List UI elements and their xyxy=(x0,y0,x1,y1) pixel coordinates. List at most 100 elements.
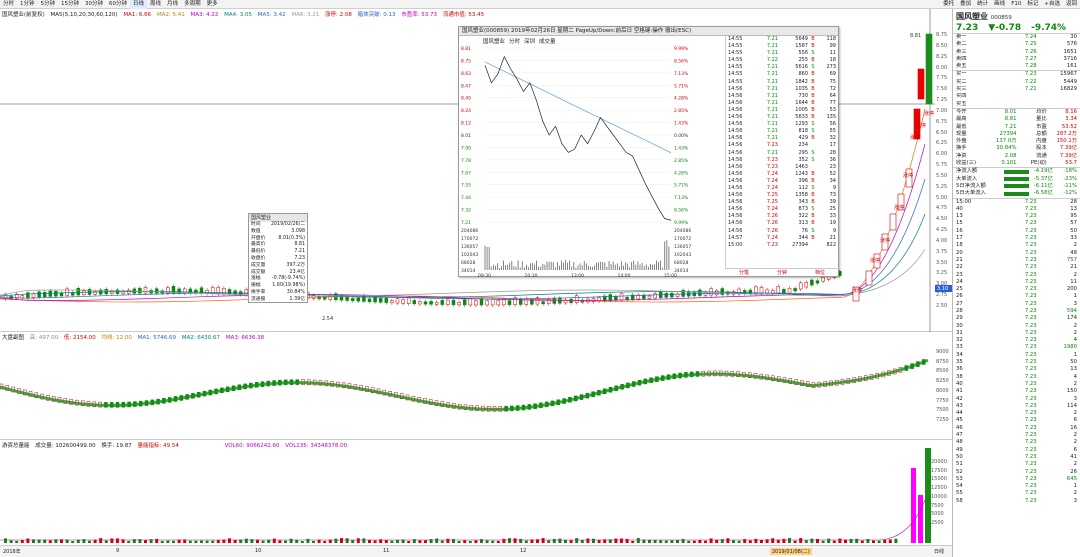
popup-foot-tab-0[interactable]: 分笔 xyxy=(725,269,763,277)
date-month-4: 12 xyxy=(520,548,527,554)
period-tab-9[interactable]: 多周期 xyxy=(181,0,204,9)
period-tab-4[interactable]: 30分钟 xyxy=(82,0,106,9)
volume-bar xyxy=(670,540,674,543)
popup-tick-price: 7.24 xyxy=(766,184,778,191)
popup-tick-time: 14:57 xyxy=(728,234,743,241)
tick-row: 46 7.23 16 xyxy=(953,425,1080,432)
info-key: 时间 xyxy=(251,222,261,227)
candle xyxy=(468,298,473,306)
candle xyxy=(446,299,450,305)
popup-tick-count: 17 xyxy=(829,142,836,149)
volume-bar xyxy=(580,540,584,543)
volume-bar xyxy=(564,539,567,543)
toolbar-action-6[interactable]: +自选 xyxy=(1041,0,1063,9)
mid-y-axis: 9000 8750 8500 8250 8000 7750 7500 7250 xyxy=(935,332,952,440)
flow-bar-fill xyxy=(1004,169,1029,174)
period-tab-8[interactable]: 月线 xyxy=(164,0,181,9)
popup-tick-time: 14:56 xyxy=(728,170,743,177)
candle xyxy=(619,293,624,301)
tick-row: 43 7.23 114 xyxy=(953,403,1080,410)
period-label[interactable]: 日线 xyxy=(934,548,944,555)
tick-row-cell: 40 xyxy=(956,380,963,387)
popup-foot-tab-2[interactable]: 档位 xyxy=(801,269,839,277)
sell-level: 卖三 7.26 1651 xyxy=(953,49,1080,56)
popup-tick-row: 14:56 7.24 873 S 25 xyxy=(726,206,839,213)
tick-row-cell: 52 xyxy=(956,468,963,475)
stat-row-cell: 市盈 xyxy=(1036,123,1047,130)
candle xyxy=(154,288,159,294)
tick-row-cell: 48 xyxy=(1070,249,1077,256)
volume-bar xyxy=(138,539,142,543)
popup-tick-side: S xyxy=(811,128,815,135)
info-row: 最低价 7.21 xyxy=(249,249,307,256)
period-tab-1[interactable]: 1分钟 xyxy=(17,0,38,9)
popup-tick-row: 14:56 7.21 818 S 55 xyxy=(726,128,839,135)
tick-row-cell: 30 xyxy=(956,322,963,329)
popup-vol-tick: 68028 xyxy=(461,260,475,266)
tick-row-cell: 17 xyxy=(956,235,963,242)
intraday-popup[interactable]: 国风塑业(000859) 2019年02月26日 星期二 PageUp/Down… xyxy=(458,26,839,278)
info-value: 397.2万 xyxy=(286,262,305,268)
toolbar-action-5[interactable]: 标记 xyxy=(1024,0,1041,9)
volume-subchart[interactable]: 游资总量能 成交量: 102600499.00 换手: 19.87 量能指标: … xyxy=(0,440,952,545)
candle xyxy=(541,301,545,305)
popup-tick-price: 7.21 xyxy=(766,92,778,99)
toolbar-action-4[interactable]: F10 xyxy=(1008,0,1024,9)
volume-bar xyxy=(502,538,506,543)
toolbar-action-7[interactable]: 返回 xyxy=(1063,0,1080,9)
tick-row-cell: 31 xyxy=(956,329,963,336)
period-tab-2[interactable]: 5分钟 xyxy=(38,0,59,9)
stat-row-cell: 最低 xyxy=(956,123,967,130)
volume-bar xyxy=(888,539,892,543)
popup-left-tick: 8.12 xyxy=(461,121,471,127)
info-key: 数值 xyxy=(251,228,261,234)
popup-tick-vol: 322 xyxy=(798,213,808,220)
intraday-tick-list[interactable]: 14:55 7.21 5649 B 118 14:55 7.21 1587 B 99 14:55 7.… xyxy=(725,36,839,268)
period-tab-5[interactable]: 60分钟 xyxy=(106,0,130,9)
y-tick-label: 5.75 xyxy=(936,162,948,169)
popup-tick-row: 14:56 7.26 322 B 33 xyxy=(726,213,839,220)
popup-tick-count: 73 xyxy=(829,192,836,199)
index-subchart[interactable]: 大盘副图 高: 497.00 低: 2154.00 均线: 12.00 MA1:… xyxy=(0,332,952,440)
popup-foot-tab-1[interactable]: 分钟 xyxy=(763,269,801,277)
popup-tick-row: 14:55 7.21 5649 B 118 xyxy=(726,36,839,43)
y-tick-label: 8.00 xyxy=(936,64,948,71)
period-tab-10[interactable]: 更多 xyxy=(204,0,221,9)
tick-row-cell: 7.23 xyxy=(1024,329,1037,336)
tick-row-cell: 16 xyxy=(1070,424,1077,431)
info-row: 时间 2019/02/26/二 xyxy=(249,222,307,229)
popup-tick-time: 14:56 xyxy=(728,220,743,227)
toolbar-action-0[interactable]: 委托 xyxy=(940,0,957,9)
volume-bar xyxy=(289,538,293,543)
popup-tick-price: 7.23 xyxy=(766,241,778,248)
toolbar-action-1[interactable]: 叠加 xyxy=(957,0,974,9)
volume-bar xyxy=(726,538,730,543)
tick-row-cell: 41 xyxy=(1070,453,1077,460)
toolbar-action-3[interactable]: 画线 xyxy=(991,0,1008,9)
toolbar-action-2[interactable]: 统计 xyxy=(974,0,991,9)
volume-bar xyxy=(390,540,394,543)
volume-bar xyxy=(804,540,808,543)
popup-tick-time: 14:56 xyxy=(728,149,743,156)
period-tab-7[interactable]: 周线 xyxy=(147,0,164,9)
candle xyxy=(524,298,529,305)
stat-row-cell: 量比 xyxy=(1036,116,1047,123)
quote-title: 国风塑业 000859 xyxy=(953,9,1080,23)
period-tab-6[interactable]: 日线 xyxy=(130,0,148,9)
popup-tick-time: 14:55 xyxy=(728,36,743,42)
tick-row-cell: 50 xyxy=(1070,227,1077,234)
period-tab-3[interactable]: 15分钟 xyxy=(58,0,82,9)
popup-tick-count: 32 xyxy=(829,135,836,142)
popup-tick-vol: 1293 xyxy=(795,121,808,128)
popup-tick-row: 14:56 7.23 234 17 xyxy=(726,142,839,149)
sell-level: 卖五 7.28 161 xyxy=(953,63,1080,70)
popup-tick-side: B xyxy=(811,106,815,113)
tick-row-cell: 7.23 xyxy=(1024,293,1037,300)
flow-label: 净流入额 xyxy=(956,168,978,175)
volume-bar xyxy=(894,538,898,543)
info-value: 1.39亿 xyxy=(289,296,305,302)
popup-tick-side: B xyxy=(811,213,815,220)
period-tab-0[interactable]: 分时 xyxy=(0,0,17,9)
y-tick-label: 6.00 xyxy=(936,151,948,158)
quote-ticks[interactable]: 15:00 7.23 28 40 7.23 13 13 7.23 95 15 7.23 57 16 7.2… xyxy=(953,197,1080,505)
